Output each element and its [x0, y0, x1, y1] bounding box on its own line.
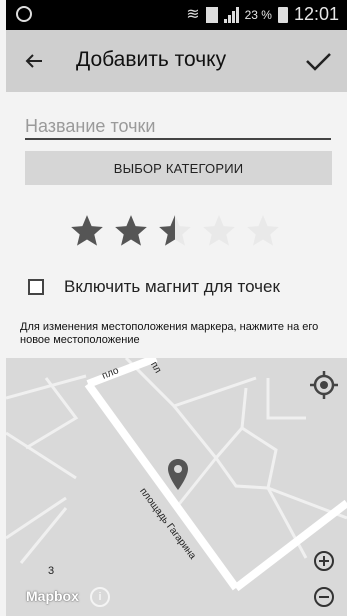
magnet-checkbox[interactable]: [28, 279, 44, 295]
star-icon-1[interactable]: [68, 212, 106, 250]
magnet-checkbox-label: Включить магнит для точек: [64, 277, 280, 296]
status-time: 12:01: [293, 4, 339, 24]
wifi-icon: ≋: [186, 5, 200, 23]
map-view[interactable]: площадь Гагарина пло пл 3 Mapbox i: [6, 358, 347, 616]
zoom-in-icon[interactable]: [313, 550, 335, 572]
sim-icon: [205, 6, 218, 23]
my-location-icon[interactable]: [309, 370, 339, 400]
rating-stars[interactable]: [68, 212, 282, 250]
status-bar: ≋ 23 % 12:01: [6, 0, 347, 30]
app-bar: Добавить точку: [6, 30, 347, 92]
zoom-out-icon[interactable]: [313, 586, 335, 608]
mapbox-logo: Mapbox: [26, 588, 79, 604]
form-area: ВЫБОР КАТЕГОРИИ Включить магнит для точе…: [6, 92, 347, 358]
category-select-button[interactable]: ВЫБОР КАТЕГОРИИ: [25, 151, 332, 185]
map-number-label: 3: [48, 565, 55, 577]
battery-icon: [277, 6, 288, 23]
info-icon[interactable]: i: [90, 587, 110, 607]
star-icon-2[interactable]: [112, 212, 150, 250]
point-name-input[interactable]: [25, 114, 331, 140]
arrow-left-icon: [25, 54, 42, 68]
magnet-option[interactable]: Включить магнит для точек: [28, 277, 280, 297]
signal-icon: [223, 6, 239, 23]
star-icon-4[interactable]: [200, 212, 238, 250]
star-half-icon[interactable]: [156, 212, 194, 250]
status-right: ≋ 23 % 12:01: [186, 4, 339, 25]
back-button[interactable]: [20, 47, 48, 75]
map-marker-icon[interactable]: [166, 458, 190, 492]
battery-percent: 23 %: [244, 7, 272, 22]
confirm-check-icon[interactable]: [301, 44, 335, 78]
page-title: Добавить точку: [76, 48, 227, 71]
location-hint: Для изменения местоположения маркера, на…: [20, 321, 319, 346]
star-icon-5[interactable]: [244, 212, 282, 250]
notification-icon: [16, 6, 32, 22]
